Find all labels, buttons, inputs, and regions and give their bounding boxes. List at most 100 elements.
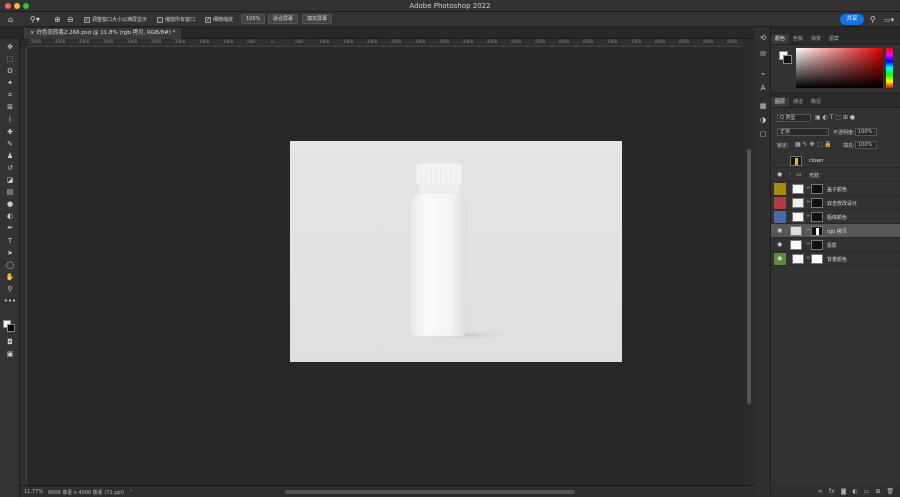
layer-name[interactable]: 盖子颜色 [827, 186, 847, 193]
tab-patterns[interactable]: 图案 [825, 34, 843, 44]
hand-tool-icon[interactable]: ✋ [3, 272, 17, 282]
magic-wand-tool-icon[interactable]: ✦ [3, 78, 17, 88]
layer-row[interactable]: ∞ 瓶体颜色 [771, 210, 900, 224]
link-icon[interactable]: ∞ [806, 199, 810, 205]
layer-name[interactable]: clown [809, 158, 823, 164]
path-selection-tool-icon[interactable]: ➤ [3, 248, 17, 258]
zoom-tool-icon[interactable]: ⚲▾ [30, 15, 40, 24]
share-button[interactable]: 共享 [840, 14, 864, 25]
add-mask-icon[interactable]: ◙ [841, 488, 847, 495]
layer-name[interactable]: 背景颜色 [827, 256, 847, 263]
zoom-in-icon[interactable]: ⊕ [54, 15, 61, 24]
layer-row[interactable]: ◉ › ▭ 光效 [771, 168, 900, 182]
fit-screen-button[interactable]: 适合屏幕 [268, 14, 299, 24]
document-canvas[interactable] [290, 141, 622, 362]
background-color-swatch[interactable] [7, 324, 15, 332]
filter-icons[interactable]: ▣ ◐ T ⬚ ⊞ ● [815, 114, 855, 121]
history-icon[interactable]: ⟲ [756, 33, 770, 43]
layer-row[interactable]: ◉ ∞ 背景颜色 [771, 252, 900, 266]
layer-name[interactable]: 投影 [827, 242, 837, 249]
fill-screen-button[interactable]: 填充屏幕 [302, 14, 333, 24]
eye-icon[interactable]: ◉ [777, 255, 782, 262]
eyedropper-tool-icon[interactable]: ⌇ [3, 115, 17, 125]
comment-icon[interactable]: ✉ [756, 49, 770, 59]
eraser-tool-icon[interactable]: ◪ [3, 175, 17, 185]
marquee-tool-icon[interactable]: ⬚ [3, 54, 17, 64]
quick-mask-icon[interactable]: ◘ [3, 337, 17, 347]
layer-row[interactable]: ∞ 双击修改设计 [771, 196, 900, 210]
character-icon[interactable]: A [756, 83, 770, 93]
home-icon[interactable]: ⌂ [8, 15, 13, 24]
layer-name[interactable]: 双击修改设计 [827, 200, 857, 207]
checkbox-checked[interactable]: ✓ [205, 16, 211, 23]
layer-filter-select[interactable]: Q 类型 [777, 114, 811, 122]
document-tab[interactable]: × 白色农药瓶2.266.psd @ 11.8% (rgb 拷贝, RGB/8#… [24, 28, 182, 39]
fx-icon[interactable]: fx [829, 488, 835, 495]
layer-name[interactable]: rgb 拷贝 [827, 228, 847, 235]
blend-mode-select[interactable]: 正常 [777, 128, 829, 136]
libraries-icon[interactable]: ▦ [756, 101, 770, 111]
layer-row[interactable]: clown [771, 154, 900, 168]
new-layer-icon[interactable]: ⊞ [875, 488, 880, 495]
search-icon[interactable]: ⚲ [870, 15, 876, 24]
chevron-right-icon[interactable]: › [130, 488, 132, 494]
resize-windows-option[interactable]: ✓ 调整窗口大小以满屏显示 [84, 15, 147, 24]
hue-slider[interactable] [886, 48, 893, 88]
lasso-tool-icon[interactable]: ʘ [3, 66, 17, 76]
layer-name[interactable]: 瓶体颜色 [827, 214, 847, 221]
workspace-icon[interactable]: ▭▾ [884, 15, 894, 24]
tab-paths[interactable]: 路径 [807, 97, 825, 107]
more-tools-icon[interactable]: ••• [3, 296, 17, 306]
zoom-all-option[interactable]: 缩放所有窗口 [157, 15, 195, 24]
chevron-right-icon[interactable]: › [789, 171, 791, 177]
layer-row[interactable]: ◉ ∞ 投影 [771, 238, 900, 252]
tab-swatches[interactable]: 色板 [789, 34, 807, 44]
eye-icon[interactable]: ◉ [777, 171, 782, 178]
color-field[interactable] [796, 48, 883, 88]
vertical-scrollbar[interactable] [743, 39, 755, 485]
pen-tool-icon[interactable]: ✒ [3, 223, 17, 233]
horizontal-scroll-thumb[interactable] [285, 490, 575, 494]
link-icon[interactable]: ∞ [806, 255, 810, 261]
fill-field[interactable]: 100% [855, 141, 877, 149]
zoom-out-icon[interactable]: ⊖ [67, 15, 74, 24]
eye-icon[interactable]: ◉ [777, 227, 782, 234]
frame-tool-icon[interactable]: ⊠ [3, 102, 17, 112]
tab-color[interactable]: 颜色 [771, 34, 790, 44]
zoom-value-field[interactable]: 100% [241, 14, 266, 24]
crop-tool-icon[interactable]: ⌗ [3, 90, 17, 100]
dodge-tool-icon[interactable]: ◐ [3, 211, 17, 221]
type-tool-icon[interactable]: T [3, 236, 17, 246]
adjustment-layer-icon[interactable]: ◐ [852, 488, 857, 495]
history-brush-tool-icon[interactable]: ↺ [3, 163, 17, 173]
gradient-tool-icon[interactable]: ▤ [3, 187, 17, 197]
stamp-tool-icon[interactable]: ♟ [3, 151, 17, 161]
tab-channels[interactable]: 通道 [789, 97, 807, 107]
link-icon[interactable]: ∞ [806, 213, 810, 219]
healing-brush-tool-icon[interactable]: ✚ [3, 127, 17, 137]
screen-mode-icon[interactable]: ▣ [3, 349, 17, 359]
zoom-tool-icon[interactable]: ⚲ [3, 284, 17, 294]
tab-gradients[interactable]: 渐变 [807, 34, 825, 44]
lock-icons[interactable]: ▦ ✎ ✥ ⬚ 🔒 [795, 141, 832, 148]
document-dimensions[interactable]: 6000 像素 x 4000 像素 (72 ppi) [48, 489, 124, 496]
link-icon[interactable]: ∞ [806, 185, 810, 191]
canvas-area[interactable] [27, 47, 743, 485]
scroll-thumb[interactable] [747, 149, 751, 404]
bg-color-preview[interactable] [783, 55, 792, 64]
trash-icon[interactable]: 🗑 [886, 488, 894, 495]
properties-icon[interactable]: ▢ [756, 129, 770, 139]
zoom-level[interactable]: 11.77% [24, 489, 43, 495]
opacity-field[interactable]: 100% [855, 128, 877, 136]
layer-row[interactable]: ∞ 盖子颜色 [771, 182, 900, 196]
tab-layers[interactable]: 图层 [771, 97, 790, 107]
adjustments-icon[interactable]: ◑ [756, 115, 770, 125]
blur-tool-icon[interactable]: ● [3, 199, 17, 209]
link-icon[interactable]: ∞ [806, 241, 810, 247]
new-group-icon[interactable]: ▭ [864, 488, 870, 495]
checkbox-unchecked[interactable] [157, 16, 163, 23]
shape-tool-icon[interactable]: ◯ [3, 260, 17, 270]
brush-settings-icon[interactable]: ⌁ [756, 69, 770, 79]
brush-tool-icon[interactable]: ✎ [3, 139, 17, 149]
link-layers-icon[interactable]: ∞ [818, 488, 823, 495]
